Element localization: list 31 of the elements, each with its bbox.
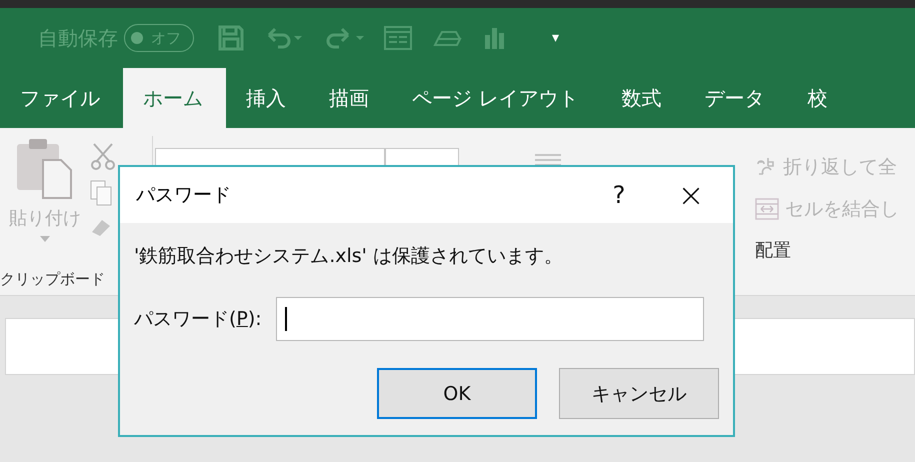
save-icon[interactable] xyxy=(218,25,244,51)
ribbon-tab[interactable]: ページ レイアウト xyxy=(392,68,602,128)
group-label: 配置 xyxy=(755,239,792,262)
dropdown-icon[interactable] xyxy=(40,236,50,242)
dialog-title: パスワード xyxy=(136,183,232,208)
group-label: クリップボード xyxy=(0,270,105,289)
ribbon-tab[interactable]: ホーム xyxy=(123,68,226,128)
merge-cells-icon[interactable] xyxy=(755,198,779,220)
ribbon-tab[interactable]: 挿入 xyxy=(226,68,309,128)
ribbon-tab[interactable]: ファイル xyxy=(0,68,123,128)
paste-icon[interactable] xyxy=(15,138,75,200)
close-button[interactable]: × xyxy=(661,167,721,223)
scissors-icon[interactable] xyxy=(90,142,116,170)
password-field[interactable] xyxy=(276,297,704,341)
redo-icon[interactable] xyxy=(324,25,364,51)
help-button[interactable]: ? xyxy=(589,167,649,223)
ok-button[interactable]: OK xyxy=(377,368,537,419)
form-icon[interactable] xyxy=(384,25,412,51)
customize-menu-icon[interactable]: ▾ xyxy=(552,30,560,46)
cancel-button[interactable]: キャンセル xyxy=(559,368,719,419)
ribbon-tab[interactable]: データ xyxy=(684,68,788,128)
paste-label: 貼り付け xyxy=(9,207,81,230)
password-label: パスワード(P): xyxy=(134,307,262,332)
wrap-text-icon[interactable] xyxy=(755,156,777,178)
copy-icon[interactable] xyxy=(90,180,114,206)
autosave-label: 自動保存 xyxy=(38,24,118,52)
ribbon-tab[interactable]: 数式 xyxy=(601,68,684,128)
ribbon-tab[interactable]: 校 xyxy=(787,68,850,128)
align-top-icon[interactable] xyxy=(535,153,561,167)
dialog-message: '鉄筋取合わせシステム.xls' は保護されています。 xyxy=(134,244,564,269)
ribbon-tab[interactable]: 描画 xyxy=(309,68,392,128)
